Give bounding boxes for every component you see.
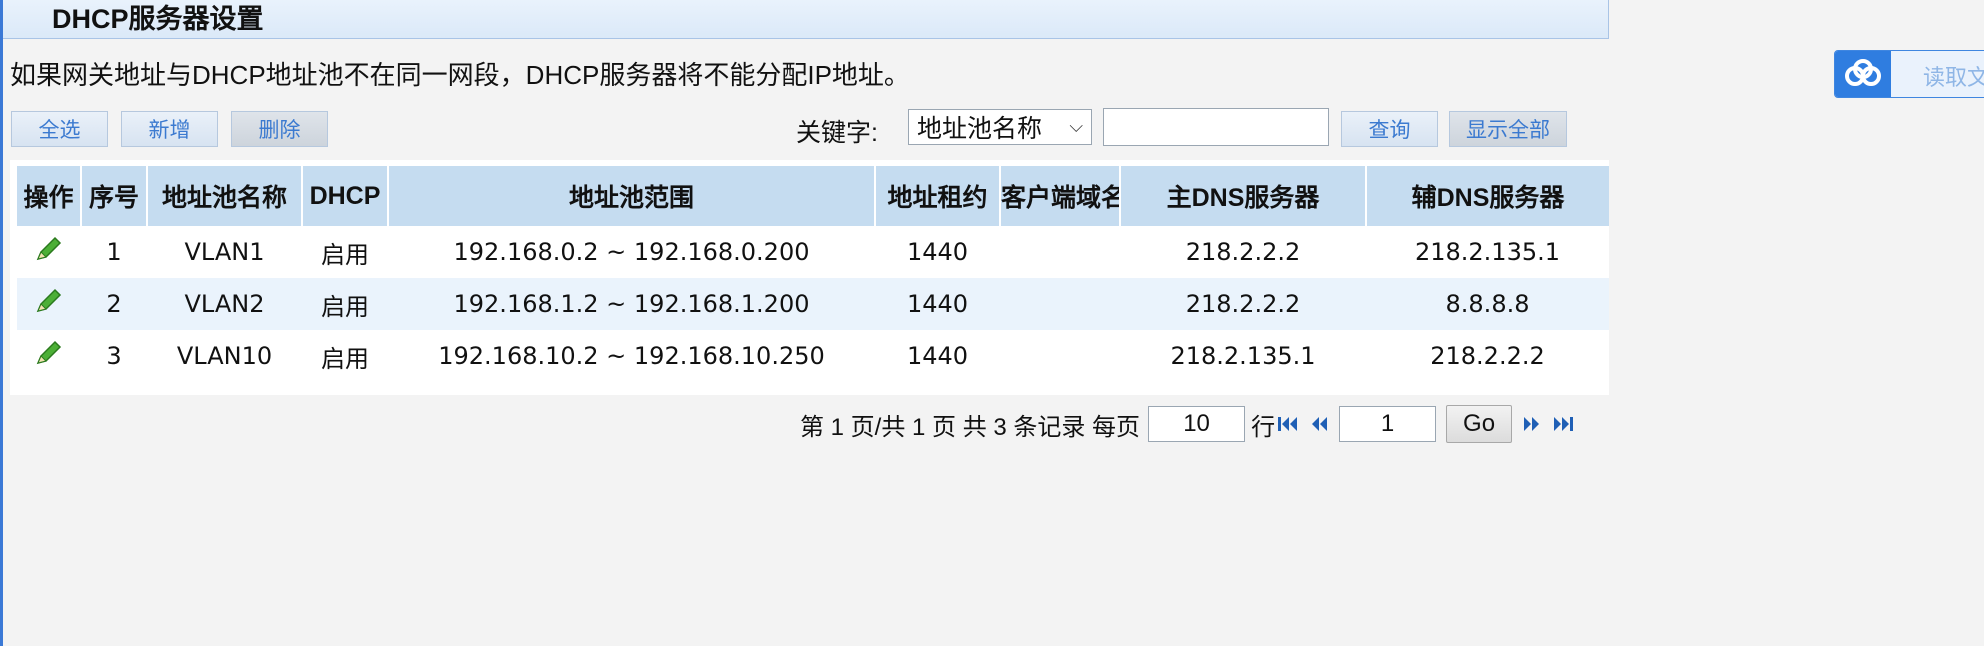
row-client-domain: [1000, 226, 1120, 278]
row-dhcp-status: 启用: [302, 330, 388, 382]
table-row: 2 VLAN2 启用 192.168.1.2 ~ 192.168.1.200 1…: [17, 278, 1609, 330]
edit-cell: [17, 278, 81, 330]
chevron-down-icon: ⌵: [1069, 116, 1083, 136]
column-header-client-domain: 客户端域名: [999, 166, 1120, 226]
read-widget-label: 读取文: [1923, 65, 1984, 90]
row-index: 3: [81, 330, 147, 382]
section-title-bar: DHCP服务器设置: [3, 0, 1609, 39]
column-header-index: 序号: [80, 166, 147, 226]
table-row: 1 VLAN1 启用 192.168.0.2 ~ 192.168.0.200 1…: [17, 226, 1609, 278]
row-pool-name: VLAN2: [147, 278, 302, 330]
keyword-field-value: 地址池名称: [917, 115, 1043, 143]
row-secondary-dns: 218.2.135.1: [1366, 226, 1609, 278]
edit-cell: [17, 330, 81, 382]
per-page-input[interactable]: 10: [1148, 406, 1246, 442]
keyword-field-select[interactable]: 地址池名称 ⌵: [908, 109, 1092, 145]
row-primary-dns: 218.2.135.1: [1120, 330, 1366, 382]
row-pool-range: 192.168.0.2 ~ 192.168.0.200: [388, 226, 875, 278]
cloud-icon: [1835, 51, 1891, 97]
row-dhcp-status: 启用: [302, 278, 388, 330]
edit-pencil-icon[interactable]: [34, 287, 64, 315]
next-page-icon[interactable]: [1522, 414, 1542, 434]
row-client-domain: [1000, 330, 1120, 382]
row-pool-name: VLAN10: [147, 330, 302, 382]
read-floating-widget[interactable]: 读取文: [1834, 50, 1984, 98]
page-number-input[interactable]: 1: [1339, 406, 1437, 442]
row-secondary-dns: 8.8.8.8: [1366, 278, 1609, 330]
row-index: 1: [81, 226, 147, 278]
delete-button[interactable]: 删除: [231, 111, 328, 147]
row-pool-name: VLAN1: [147, 226, 302, 278]
row-index: 2: [81, 278, 147, 330]
query-button[interactable]: 查询: [1341, 111, 1438, 147]
first-page-icon[interactable]: [1277, 414, 1299, 434]
row-lease: 1440: [875, 226, 1000, 278]
row-pool-range: 192.168.1.2 ~ 192.168.1.200: [388, 278, 875, 330]
row-pool-range: 192.168.10.2 ~ 192.168.10.250: [388, 330, 875, 382]
table-header-row: 操作 序号 地址池名称 DHCP 地址池范围 地址租约 客户端域名 主DNS服务…: [17, 166, 1609, 226]
keyword-label: 关键字:: [796, 119, 878, 147]
go-button[interactable]: Go: [1446, 405, 1513, 443]
edit-cell: [17, 226, 81, 278]
keyword-input[interactable]: [1103, 108, 1329, 146]
row-client-domain: [1000, 278, 1120, 330]
per-page-unit: 行: [1251, 413, 1276, 441]
pagination-summary: 第 1 页/共 1 页 共 3 条记录 每页: [800, 413, 1141, 441]
column-header-action: 操作: [17, 166, 81, 226]
add-button[interactable]: 新增: [121, 111, 218, 147]
pagination-bar: 第 1 页/共 1 页 共 3 条记录 每页 10 行 1 Go: [800, 404, 1576, 444]
dhcp-pool-table: 操作 序号 地址池名称 DHCP 地址池范围 地址租约 客户端域名 主DNS服务…: [17, 166, 1609, 382]
window-left-edge: [0, 0, 3, 646]
row-dhcp-status: 启用: [302, 226, 388, 278]
column-header-lease: 地址租约: [874, 166, 1000, 226]
prev-page-icon[interactable]: [1309, 414, 1329, 434]
column-header-secondary-dns: 辅DNS服务器: [1365, 166, 1609, 226]
select-all-button[interactable]: 全选: [11, 111, 108, 147]
column-header-primary-dns: 主DNS服务器: [1119, 166, 1366, 226]
notice-text: 如果网关地址与DHCP地址池不在同一网段，DHCP服务器将不能分配IP地址。: [10, 60, 910, 90]
column-header-dhcp: DHCP: [301, 166, 388, 226]
row-secondary-dns: 218.2.2.2: [1366, 330, 1609, 382]
row-primary-dns: 218.2.2.2: [1120, 226, 1366, 278]
row-lease: 1440: [875, 278, 1000, 330]
edit-pencil-icon[interactable]: [34, 235, 64, 263]
page-title: DHCP服务器设置: [52, 4, 264, 34]
column-header-pool-name: 地址池名称: [146, 166, 302, 226]
table-row: 3 VLAN10 启用 192.168.10.2 ~ 192.168.10.25…: [17, 330, 1609, 382]
row-lease: 1440: [875, 330, 1000, 382]
column-header-pool-range: 地址池范围: [387, 166, 875, 226]
row-primary-dns: 218.2.2.2: [1120, 278, 1366, 330]
show-all-button[interactable]: 显示全部: [1449, 111, 1567, 147]
edit-pencil-icon[interactable]: [34, 339, 64, 367]
last-page-icon[interactable]: [1552, 414, 1574, 434]
